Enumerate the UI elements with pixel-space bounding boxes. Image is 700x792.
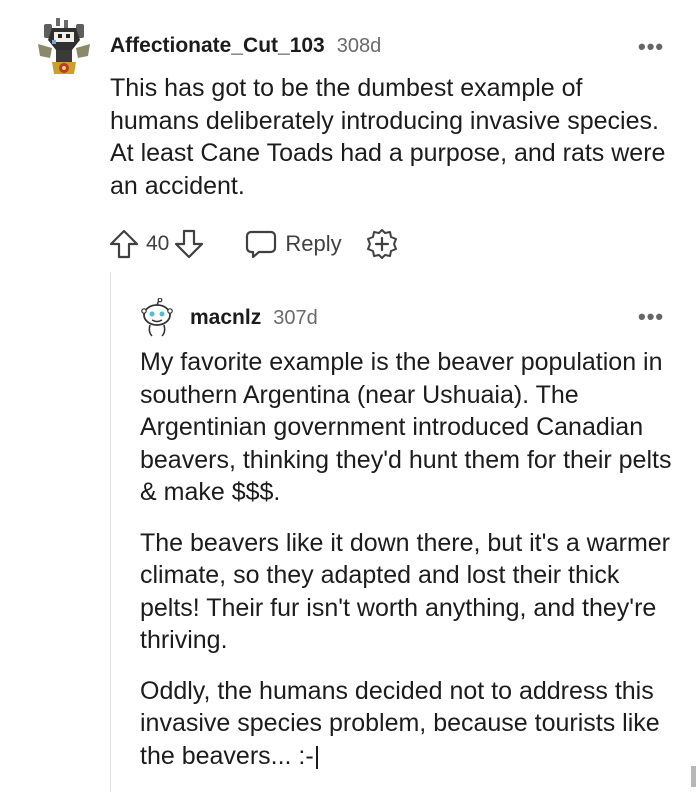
comment: Affectionate_Cut_103 308d ••• This has g… bbox=[0, 0, 700, 290]
comment-age: 307d bbox=[273, 307, 318, 329]
comment-paragraph: The beavers like it down there, but it's… bbox=[140, 528, 671, 655]
vote-count: 40 bbox=[146, 232, 170, 255]
more-options-icon[interactable]: ••• bbox=[638, 306, 664, 328]
comment-age: 308d bbox=[336, 35, 382, 57]
arrow-up-icon[interactable] bbox=[108, 228, 140, 260]
reply-label: Reply bbox=[285, 231, 342, 256]
comment-meta: macnlz 307d bbox=[190, 306, 318, 330]
speech-bubble-icon bbox=[245, 229, 277, 259]
avatar[interactable] bbox=[140, 297, 174, 338]
comment-paragraph: My favorite example is the beaver popula… bbox=[140, 348, 672, 506]
comment-actions: 40 Reply bbox=[108, 226, 398, 262]
award-plus-icon[interactable] bbox=[366, 228, 398, 260]
avatar[interactable] bbox=[34, 18, 94, 80]
comment-body: This has got to be the dumbest example o… bbox=[110, 74, 666, 200]
author-name[interactable]: macnlz bbox=[190, 306, 261, 330]
scrollbar[interactable] bbox=[691, 766, 696, 787]
reply-button[interactable]: Reply bbox=[245, 229, 342, 259]
comment-body: My favorite example is the beaver popula… bbox=[140, 346, 685, 790]
comment-meta: Affectionate_Cut_103 308d bbox=[110, 34, 381, 58]
more-options-icon[interactable]: ••• bbox=[638, 36, 664, 58]
comment-paragraph: Oddly, the humans decided not to address… bbox=[140, 676, 660, 770]
comment-reply: macnlz 307d ••• My favorite example is t… bbox=[0, 290, 700, 787]
arrow-down-icon[interactable] bbox=[173, 228, 205, 260]
author-name[interactable]: Affectionate_Cut_103 bbox=[110, 34, 325, 58]
